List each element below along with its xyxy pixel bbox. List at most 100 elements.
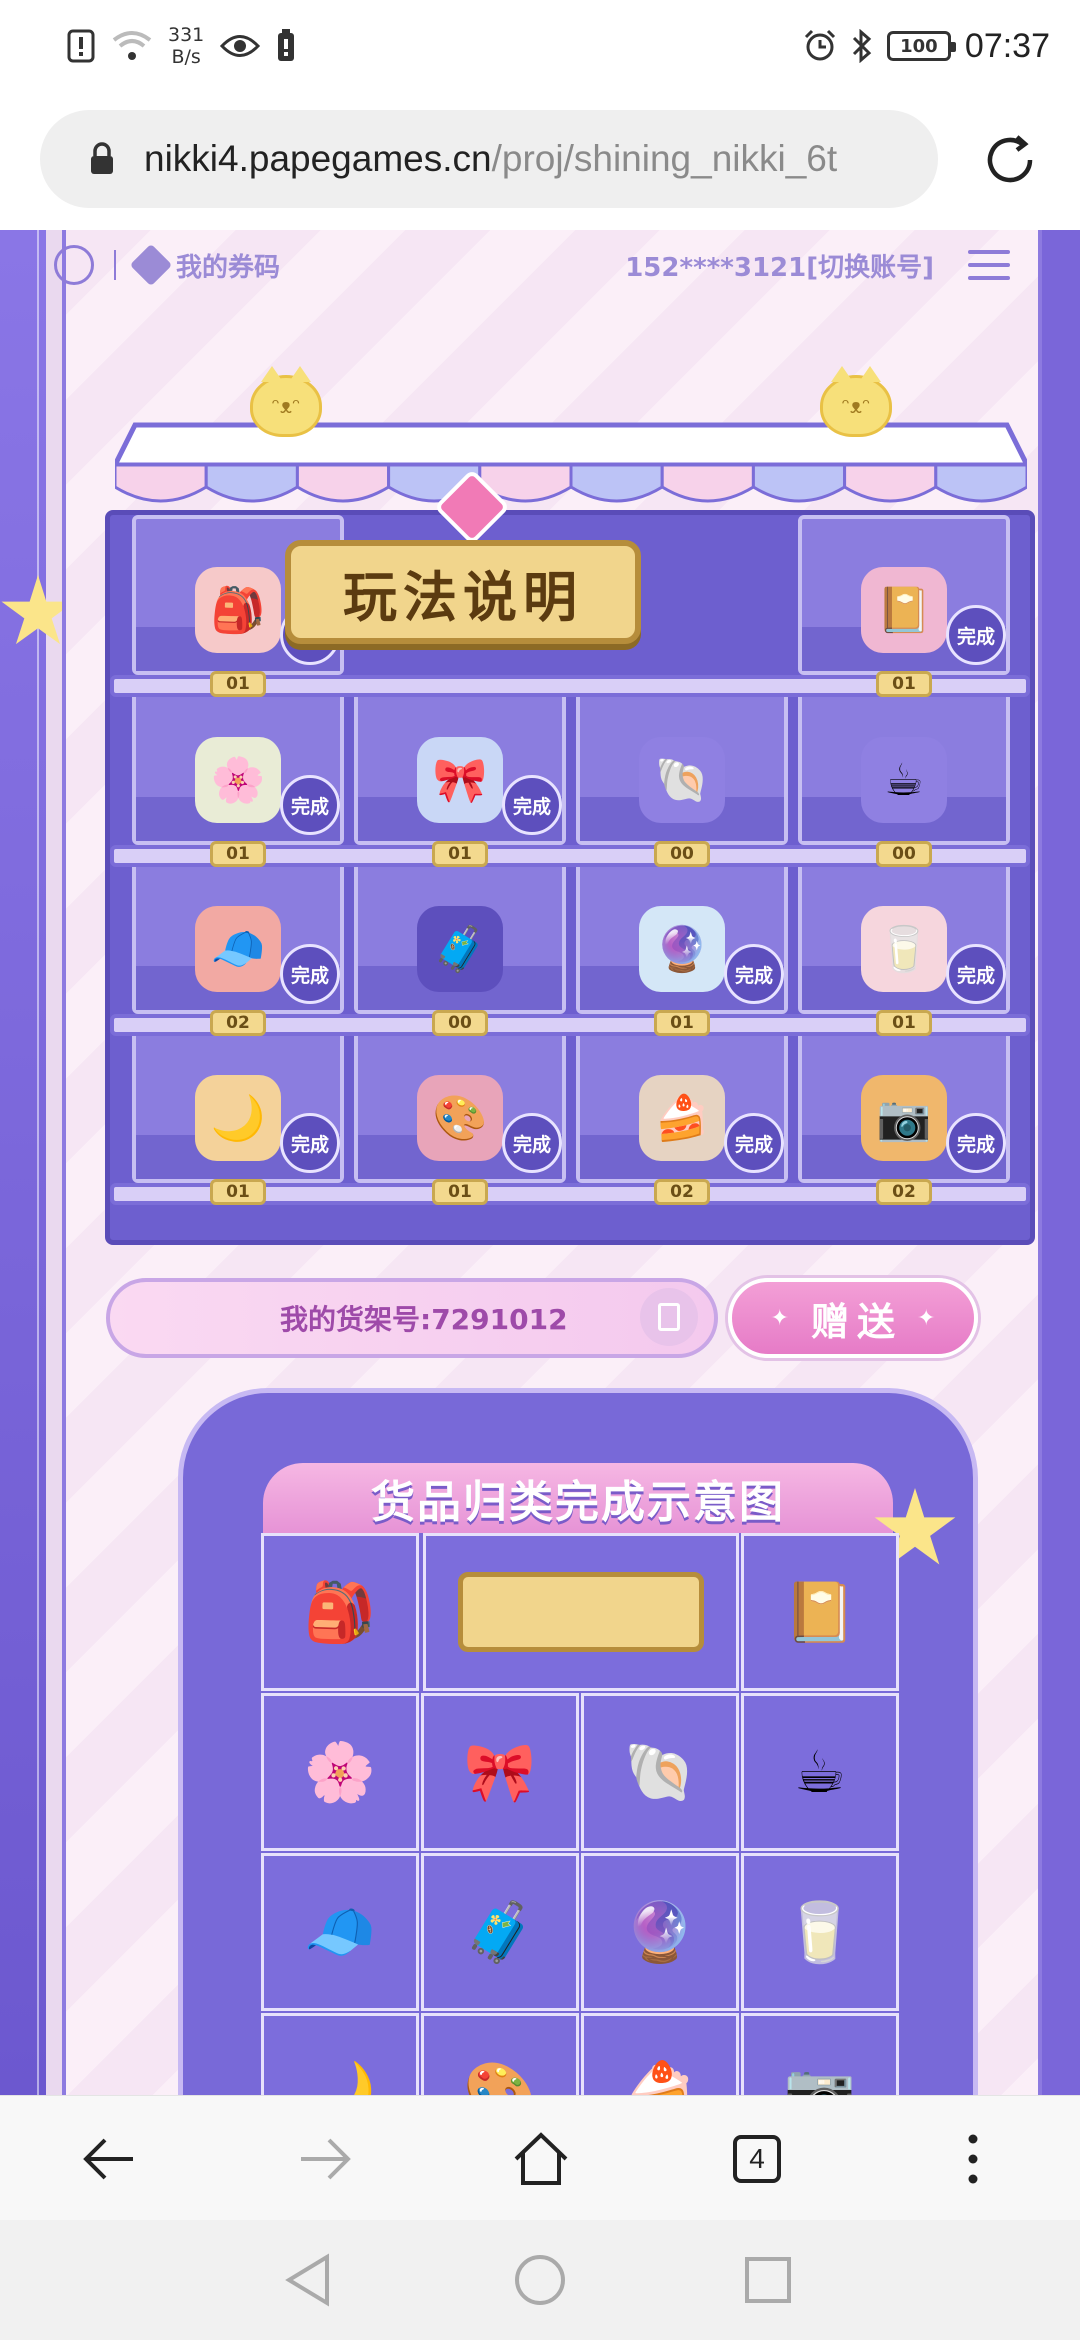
shelf-slot-bunny-mug[interactable]: ☕ [798, 685, 1010, 845]
guide-item-icon: 🌙 [261, 2013, 419, 2095]
shelf-slot-perfume-bottle[interactable]: 🎀 完成 [354, 685, 566, 845]
copy-icon[interactable] [640, 1288, 698, 1346]
eye-icon [220, 35, 261, 57]
guide-item-icon: 🐚 [581, 1693, 739, 1851]
item-count: 01 [432, 841, 488, 867]
guide-item-icon: 🎀 [421, 1693, 579, 1851]
guide-item-icon: ☕ [741, 1693, 899, 1851]
awning-stripe [569, 463, 664, 503]
coupon-icon [129, 243, 173, 287]
wifi-icon [112, 31, 152, 60]
nav-home-icon[interactable] [512, 2252, 568, 2308]
photo-album-icon: 📔 [861, 567, 947, 653]
browser-address-bar: nikki4.papegames.cn/proj/shining_nikki_6… [0, 90, 1080, 230]
logo-icon[interactable] [54, 245, 94, 285]
forward-arrow-icon[interactable] [292, 2126, 358, 2192]
done-badge: 完成 [724, 944, 784, 1004]
item-count: 02 [654, 1179, 710, 1205]
notification-icon [67, 29, 95, 63]
network-speed: 331 B/s [168, 24, 205, 68]
guide-title: 货品归类完成示意图 [263, 1463, 893, 1533]
back-arrow-icon[interactable] [76, 2126, 142, 2192]
switch-account-link[interactable]: 152****3121[切换账号] [625, 247, 934, 284]
url-field[interactable]: nikki4.papegames.cn/proj/shining_nikki_6… [40, 110, 938, 208]
item-count: 01 [210, 1179, 266, 1205]
camera-icon: 📷 [861, 1075, 947, 1161]
nav-recents-icon[interactable] [740, 2252, 796, 2308]
shelf-slot-flower-basket[interactable]: 🌸 完成 [132, 685, 344, 845]
guide-item-icon: 🎨 [421, 2013, 579, 2095]
reload-icon[interactable] [980, 130, 1040, 190]
item-count: 01 [432, 1179, 488, 1205]
guide-item-icon: 📷 [741, 2013, 899, 2095]
item-count: 01 [654, 1010, 710, 1036]
shelf-slot-shell-box[interactable]: 🐚 [576, 685, 788, 845]
my-coupon-link[interactable]: 我的券码 [129, 243, 281, 287]
awning-stripe [934, 463, 1027, 503]
milk-box-icon: 🥛 [861, 906, 947, 992]
cat-icon-left: ᵔᴥᵔ [250, 366, 322, 437]
item-count: 01 [210, 841, 266, 867]
flower-basket-icon: 🌸 [195, 737, 281, 823]
nav-back-icon[interactable] [280, 2252, 336, 2308]
done-badge: 完成 [946, 944, 1006, 1004]
browser-toolbar: 4 [0, 2095, 1080, 2220]
nav-divider [114, 250, 116, 280]
shelf-slot-eyeshadow-palette[interactable]: 🎨 完成 [354, 1023, 566, 1183]
gift-button[interactable]: ✦ 赠送 ✦ [728, 1278, 978, 1358]
shelf-slot-crystal-ball[interactable]: 🔮 完成 [576, 854, 788, 1014]
clock: 07:37 [964, 26, 1050, 65]
left-decor-strip [0, 230, 46, 2095]
completion-guide-panel: 货品归类完成示意图 🎒 📔 🌸 🎀 🐚 ☕ 🧢 🧳 🔮 🥛 🌙 🎨 🍰 📷 [178, 1388, 978, 2095]
done-badge: 完成 [946, 605, 1006, 665]
menu-icon[interactable] [968, 250, 1010, 280]
suitcase-icon: 🧳 [417, 906, 503, 992]
guide-item-icon: 📔 [741, 1533, 899, 1691]
guide-item-icon: 🍰 [581, 2013, 739, 2095]
more-vertical-icon[interactable] [940, 2126, 1006, 2192]
awning-stripe [204, 463, 299, 503]
item-count: 00 [876, 841, 932, 867]
item-count: 02 [210, 1010, 266, 1036]
item-count: 00 [654, 841, 710, 867]
how-to-play-button[interactable]: 玩法说明 [285, 540, 641, 644]
system-navigation-bar [0, 2220, 1080, 2340]
guide-item-icon: 🎒 [261, 1533, 419, 1691]
coupon-label: 我的券码 [176, 252, 281, 283]
shelf-slot-moon-pillow[interactable]: 🌙 完成 [132, 1023, 344, 1183]
site-nav: 我的券码 152****3121[切换账号] [46, 230, 1034, 300]
home-icon[interactable] [508, 2126, 574, 2192]
guide-item-icon: 🧳 [421, 1853, 579, 2011]
shelf-slot-cat-hat[interactable]: 🧢 完成 [132, 854, 344, 1014]
guide-banner-placeholder [423, 1533, 739, 1691]
lock-icon [78, 142, 126, 176]
battery-indicator: 100 [886, 31, 956, 61]
done-badge: 完成 [946, 1113, 1006, 1173]
awning-stripe [660, 463, 755, 503]
shelf-slot-cake-slice[interactable]: 🍰 完成 [576, 1023, 788, 1183]
done-badge: 完成 [280, 944, 340, 1004]
tab-count: 4 [733, 2135, 781, 2183]
done-badge: 完成 [502, 1113, 562, 1173]
perfume-bottle-icon: 🎀 [417, 737, 503, 823]
shelf-slot-suitcase[interactable]: 🧳 [354, 854, 566, 1014]
item-count: 01 [210, 671, 266, 697]
tabs-button[interactable]: 4 [724, 2126, 790, 2192]
shelf-slot-milk-box[interactable]: 🥛 完成 [798, 854, 1010, 1014]
shelf-slot-photo-album[interactable]: 📔 完成 [798, 515, 1010, 675]
crystal-ball-icon: 🔮 [639, 906, 725, 992]
eyeshadow-palette-icon: 🎨 [417, 1075, 503, 1161]
item-count: 00 [432, 1010, 488, 1036]
web-page: 我的券码 152****3121[切换账号] ᵔᴥᵔ ᵔᴥᵔ 🎒完成📔完成🌸完成… [0, 230, 1080, 2095]
shell-box-icon: 🐚 [639, 737, 725, 823]
cat-hat-icon: 🧢 [195, 906, 281, 992]
awning-stripe [751, 463, 847, 503]
battery-saver-icon [278, 29, 295, 61]
status-bar: 331 B/s 100 07:37 [0, 0, 1080, 90]
shelf-number: 我的货架号:7291012 [106, 1278, 718, 1358]
awning-stripe [295, 463, 391, 503]
shelf-slot-camera[interactable]: 📷 完成 [798, 1023, 1010, 1183]
item-count: 01 [876, 671, 932, 697]
bluetooth-icon [852, 29, 872, 63]
rabbit-backpack-icon: 🎒 [195, 567, 281, 653]
